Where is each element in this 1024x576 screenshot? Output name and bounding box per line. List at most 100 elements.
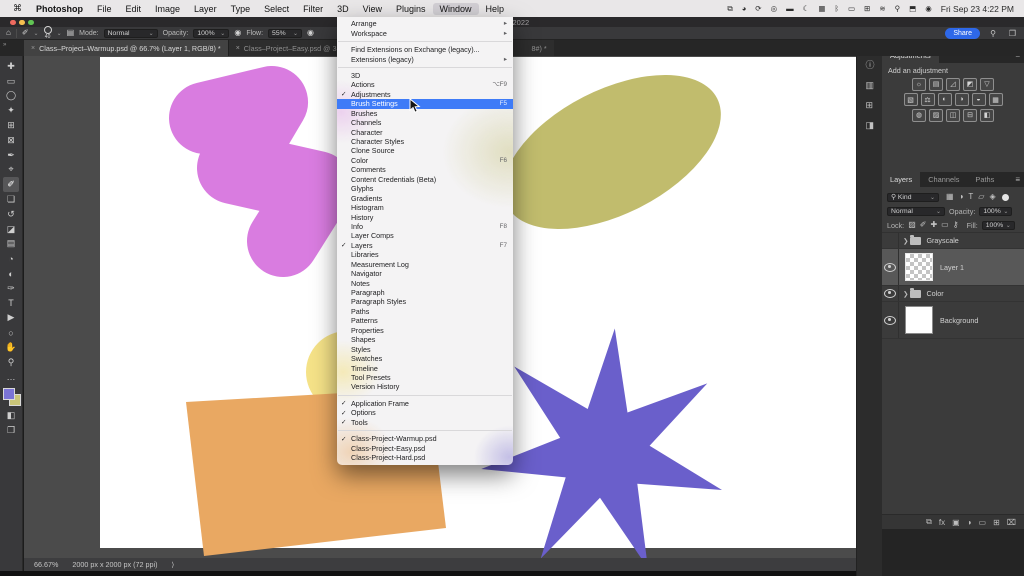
- color-balance-icon[interactable]: ⚖: [921, 93, 935, 106]
- menubar-item-layer[interactable]: Layer: [187, 3, 224, 15]
- gradient-map-icon[interactable]: ⊟: [963, 109, 977, 122]
- smudge-tool[interactable]: ◔: [3, 251, 19, 266]
- chevron-right-icon[interactable]: ❯: [903, 237, 908, 245]
- menu-item-paths[interactable]: Paths: [337, 307, 513, 316]
- tab-paths[interactable]: Paths: [967, 172, 1002, 187]
- hue-saturation-icon[interactable]: ▧: [904, 93, 918, 106]
- lock-transparency-icon[interactable]: ▨: [908, 221, 916, 229]
- eyedropper-tool[interactable]: ✒: [3, 148, 19, 163]
- move-tool[interactable]: ✚: [3, 59, 19, 74]
- layer-blend-mode-dropdown[interactable]: Normal⌄: [887, 207, 945, 216]
- channel-mixer-icon[interactable]: ◒: [972, 93, 986, 106]
- exposure-icon[interactable]: ◩: [963, 78, 977, 91]
- time-machine-icon[interactable]: ⊞: [864, 5, 870, 13]
- menubar-item-view[interactable]: View: [356, 3, 389, 15]
- menu-item-color[interactable]: ColorF6: [337, 156, 513, 165]
- lock-all-icon[interactable]: ⚷: [953, 221, 959, 229]
- foreground-color-swatch[interactable]: [3, 388, 15, 400]
- healing-brush-tool[interactable]: ⌖: [3, 163, 19, 178]
- assistant-icon[interactable]: ◉: [925, 5, 932, 13]
- color-lookup-icon[interactable]: ▦: [989, 93, 1003, 106]
- filter-toggle-icon[interactable]: [1002, 194, 1009, 201]
- menubar-item-image[interactable]: Image: [148, 3, 187, 15]
- menu-item-shapes[interactable]: Shapes: [337, 335, 513, 344]
- gradient-tool[interactable]: ▤: [3, 237, 19, 252]
- filter-shape-layers-icon[interactable]: ▱: [978, 193, 984, 201]
- eraser-tool[interactable]: ◪: [3, 222, 19, 237]
- wifi-icon[interactable]: ≋: [879, 5, 885, 13]
- layer-row-background[interactable]: Background: [882, 302, 1024, 339]
- share-button[interactable]: Share: [945, 28, 980, 39]
- menu-item-history[interactable]: History: [337, 212, 513, 221]
- type-tool[interactable]: T: [3, 296, 19, 311]
- visibility-toggle[interactable]: [882, 302, 899, 338]
- close-tab-icon[interactable]: ×: [31, 45, 35, 52]
- curves-icon[interactable]: ◿: [946, 78, 960, 91]
- zoom-window-button[interactable]: [28, 20, 34, 26]
- menu-item-3d[interactable]: 3D: [337, 71, 513, 80]
- menu-item-timeline[interactable]: Timeline: [337, 363, 513, 372]
- menu-item-paragraph[interactable]: Paragraph: [337, 288, 513, 297]
- color-profile-icon[interactable]: ◕: [742, 5, 747, 13]
- lock-pixels-icon[interactable]: ✐: [920, 221, 927, 229]
- search-icon[interactable]: ⚲: [990, 29, 996, 38]
- menubar-item-select[interactable]: Select: [257, 3, 296, 15]
- new-adjustment-layer-icon[interactable]: ◑: [967, 518, 972, 527]
- menu-item-application-frame[interactable]: ✓Application Frame: [337, 399, 513, 408]
- menubar-item-3d[interactable]: 3D: [330, 3, 356, 15]
- toolbar-collapse-icon[interactable]: »: [3, 42, 6, 48]
- menu-item-tool-presets[interactable]: Tool Presets: [337, 373, 513, 382]
- info-panel-icon[interactable]: ⓘ: [865, 58, 874, 71]
- black-white-icon[interactable]: ◐: [938, 93, 952, 106]
- new-group-icon[interactable]: ▭: [979, 518, 987, 527]
- edit-toolbar[interactable]: …: [3, 370, 19, 385]
- screen-mode-toggle[interactable]: ❐: [3, 423, 19, 438]
- layer-row-color[interactable]: ❯Color: [882, 286, 1024, 302]
- shortcuts-icon[interactable]: ◎: [771, 5, 778, 13]
- link-layers-icon[interactable]: ⧉: [926, 517, 932, 527]
- menu-item-styles[interactable]: Styles: [337, 344, 513, 353]
- visibility-toggle[interactable]: [882, 286, 899, 301]
- vibrance-icon[interactable]: ▽: [980, 78, 994, 91]
- menu-item-layers[interactable]: ✓LayersF7: [337, 241, 513, 250]
- spotlight-icon[interactable]: ⚲: [895, 5, 901, 13]
- properties-panel-icon[interactable]: ◨: [865, 120, 874, 131]
- panel-menu-icon[interactable]: ≡: [1015, 175, 1020, 184]
- menubar-item-photoshop[interactable]: Photoshop: [29, 3, 90, 15]
- brush-settings-panel-toggle-icon[interactable]: ▤: [67, 29, 75, 37]
- photo-filter-icon[interactable]: ◑: [955, 93, 969, 106]
- close-tab-icon[interactable]: ×: [236, 45, 240, 52]
- menu-item-character[interactable]: Character: [337, 127, 513, 136]
- invert-icon[interactable]: ◍: [912, 109, 926, 122]
- menu-item-class-project-hard-psd[interactable]: Class-Project-Hard.psd: [337, 453, 513, 462]
- brightness-contrast-icon[interactable]: ☼: [912, 78, 926, 91]
- brush-size-preview[interactable]: 40: [44, 26, 52, 40]
- brush-tool[interactable]: ✐: [3, 177, 19, 192]
- layer-opacity-dropdown[interactable]: 100%⌄: [979, 207, 1012, 216]
- blend-mode-dropdown[interactable]: Normal⌄: [104, 29, 158, 38]
- tab-class-project-warmup[interactable]: × Class–Project–Warmup.psd @ 66.7% (Laye…: [24, 40, 228, 56]
- menu-item-content-credentials-beta[interactable]: Content Credentials (Beta): [337, 175, 513, 184]
- chevron-down-icon[interactable]: ⌄: [57, 30, 62, 37]
- menubar-item-file[interactable]: File: [90, 3, 119, 15]
- minimize-window-button[interactable]: [19, 20, 25, 26]
- navigator-panel-icon[interactable]: ⊞: [865, 100, 874, 111]
- menu-item-options[interactable]: ✓Options: [337, 408, 513, 417]
- display-mirroring-icon[interactable]: ⧉: [727, 5, 732, 13]
- posterize-icon[interactable]: ▨: [929, 109, 943, 122]
- brush-preset-icon[interactable]: ✐: [22, 29, 29, 37]
- layer-row-grayscale[interactable]: ❯Grayscale: [882, 233, 1024, 249]
- menubar-item-type[interactable]: Type: [224, 3, 258, 15]
- lasso-tool[interactable]: ◯: [3, 89, 19, 104]
- menu-item-notes[interactable]: Notes: [337, 278, 513, 287]
- lock-artboard-icon[interactable]: ▭: [941, 221, 949, 229]
- menu-item-character-styles[interactable]: Character Styles: [337, 137, 513, 146]
- object-selection-tool[interactable]: ✦: [3, 103, 19, 118]
- new-layer-icon[interactable]: ⊞: [993, 518, 1000, 527]
- delete-layer-icon[interactable]: ⌧: [1007, 518, 1016, 527]
- menu-item-patterns[interactable]: Patterns: [337, 316, 513, 325]
- visibility-toggle[interactable]: [882, 249, 899, 285]
- menu-item-workspace[interactable]: Workspace▸: [337, 28, 513, 37]
- zoom-level[interactable]: 66.67%: [34, 560, 58, 569]
- menu-item-gradients[interactable]: Gradients: [337, 193, 513, 202]
